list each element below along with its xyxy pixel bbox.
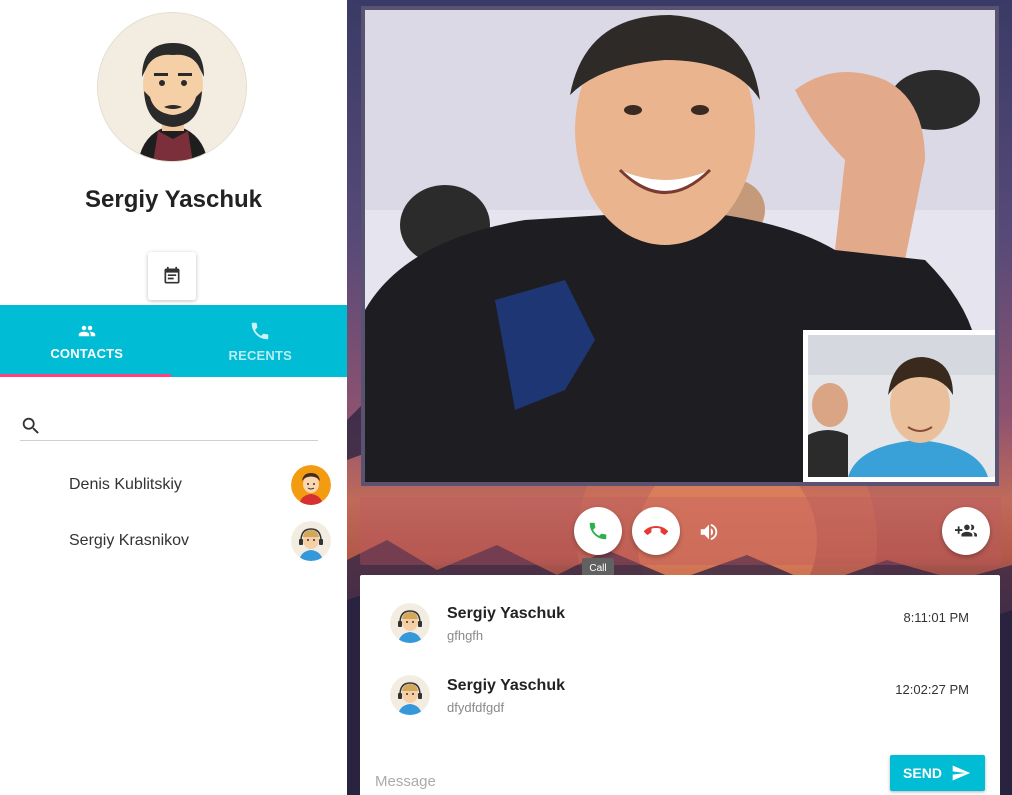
remote-video	[361, 6, 999, 486]
volume-button[interactable]	[696, 519, 722, 545]
call-button[interactable]	[574, 507, 622, 555]
message-time: 8:11:01 PM	[903, 610, 969, 625]
hangup-button[interactable]	[632, 507, 680, 555]
chat-message: Sergiy Yaschuk gfhgfh 8:11:01 PM	[360, 603, 1000, 663]
profile-name: Sergiy Yaschuk	[85, 186, 262, 213]
contact-search	[20, 412, 318, 441]
send-icon	[952, 765, 971, 781]
profile-avatar	[97, 12, 247, 162]
self-video	[803, 330, 995, 482]
self-video-feed	[808, 335, 995, 477]
tab-bar: CONTACTS RECENTS	[0, 305, 347, 377]
call-panel: Call Sergiy Yaschuk gfhgfh 8:11:01 PM Se…	[347, 0, 1012, 795]
message-text: gfhgfh	[447, 628, 484, 643]
group-add-icon	[955, 524, 977, 537]
tab-contacts[interactable]: CONTACTS	[0, 305, 174, 377]
message-author: Sergiy Yaschuk	[447, 605, 565, 622]
contact-avatar	[291, 521, 331, 561]
message-author: Sergiy Yaschuk	[447, 677, 565, 694]
search-icon	[22, 417, 39, 434]
event-note-icon	[164, 266, 180, 284]
contact-name: Sergiy Krasnikov	[69, 532, 190, 549]
tab-recents-label: RECENTS	[228, 347, 293, 363]
contact-item[interactable]: Sergiy Krasnikov	[0, 516, 347, 566]
people-icon	[78, 325, 95, 336]
headset-avatar-icon	[390, 675, 430, 715]
tab-recents[interactable]: RECENTS	[174, 305, 348, 377]
active-tab-indicator	[0, 374, 171, 377]
call-end-icon	[644, 526, 668, 535]
message-time: 12:02:27 PM	[895, 682, 969, 697]
headset-avatar-icon	[390, 603, 430, 643]
message-input[interactable]	[375, 767, 875, 795]
sidebar: Sergiy Yaschuk CONTACTS RECENTS Denis Ku…	[0, 0, 347, 795]
message-text: dfydfdfgdf	[447, 700, 505, 715]
calendar-button[interactable]	[148, 252, 196, 300]
message-avatar	[390, 675, 430, 715]
contact-name: Denis Kublitskiy	[69, 476, 182, 493]
cartoon-boy-avatar-icon	[291, 465, 331, 505]
bearded-man-avatar-icon	[98, 13, 246, 161]
volume-icon	[700, 523, 718, 541]
tab-contacts-label: CONTACTS	[50, 345, 124, 361]
contact-item[interactable]: Denis Kublitskiy	[0, 460, 347, 510]
add-participant-button[interactable]	[942, 507, 990, 555]
phone-icon	[252, 322, 269, 339]
chat-panel: Sergiy Yaschuk gfhgfh 8:11:01 PM Sergiy	[360, 575, 1000, 795]
search-input[interactable]	[50, 413, 318, 439]
headset-avatar-icon	[291, 521, 331, 561]
phone-icon	[589, 522, 607, 540]
message-avatar	[390, 603, 430, 643]
send-button[interactable]: SEND	[890, 755, 985, 791]
contact-avatar	[291, 465, 331, 505]
send-button-label: SEND	[903, 765, 942, 781]
call-controls-bar	[360, 497, 1001, 565]
chat-message: Sergiy Yaschuk dfydfdfgdf 12:02:27 PM	[360, 675, 1000, 735]
